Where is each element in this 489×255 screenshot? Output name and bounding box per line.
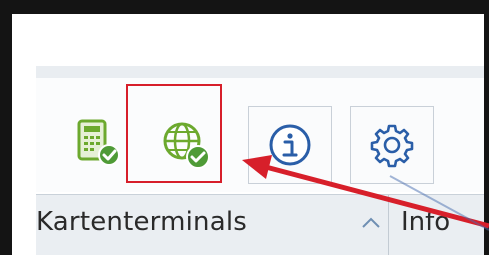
network-check-icon — [163, 122, 210, 169]
gear-icon — [370, 124, 414, 168]
panel-title: Kartenterminals — [36, 207, 248, 237]
info-button[interactable] — [248, 106, 332, 184]
card-terminal-button[interactable] — [62, 106, 134, 180]
app-window: Kartenterminals Info — [12, 14, 484, 255]
card-terminal-icon — [77, 119, 120, 166]
info-icon — [269, 124, 311, 166]
settings-button[interactable] — [350, 106, 434, 184]
card-terminals-panel: Kartenterminals Info — [36, 194, 484, 255]
info-tab[interactable]: Info — [401, 207, 450, 237]
chevron-up-icon — [362, 217, 380, 228]
toolbar — [36, 78, 484, 192]
card-terminals-section: Kartenterminals — [36, 195, 389, 255]
collapse-button[interactable] — [358, 213, 384, 233]
network-check-button[interactable] — [139, 98, 235, 194]
